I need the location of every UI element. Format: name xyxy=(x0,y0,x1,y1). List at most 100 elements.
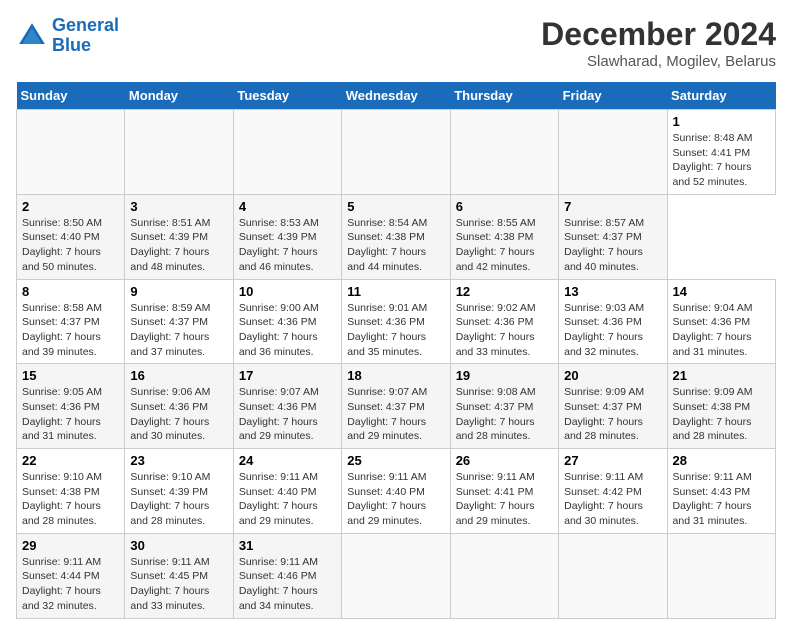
day-number: 7 xyxy=(564,199,661,214)
empty-cell xyxy=(667,533,775,618)
table-row: 2Sunrise: 8:50 AMSunset: 4:40 PMDaylight… xyxy=(17,194,125,279)
logo-icon xyxy=(16,20,48,52)
day-info: Sunrise: 9:11 AMSunset: 4:42 PMDaylight:… xyxy=(564,470,661,529)
day-info: Sunrise: 9:00 AMSunset: 4:36 PMDaylight:… xyxy=(239,301,336,360)
logo-general: General xyxy=(52,15,119,35)
day-number: 8 xyxy=(22,284,119,299)
calendar-week-row: 22 Sunrise: 9:10 AMSunset: 4:38 PMDayligh… xyxy=(17,449,776,534)
day-number: 20 xyxy=(564,368,661,383)
day-number: 26 xyxy=(456,453,553,468)
day-number: 30 xyxy=(130,538,227,553)
day-number: 22 xyxy=(22,453,119,468)
day-info: Sunrise: 9:10 AMSunset: 4:39 PMDaylight:… xyxy=(130,470,227,529)
day-number: 27 xyxy=(564,453,661,468)
table-row: 31Sunrise: 9:11 AMSunset: 4:46 PMDayligh… xyxy=(233,533,341,618)
table-row: 20 Sunrise: 9:09 AMSunset: 4:37 PMDayligh… xyxy=(559,364,667,449)
day-number: 16 xyxy=(130,368,227,383)
table-row: 21 Sunrise: 9:09 AMSunset: 4:38 PMDayligh… xyxy=(667,364,775,449)
day-info: Sunrise: 8:51 AMSunset: 4:39 PMDaylight:… xyxy=(130,216,227,275)
empty-cell xyxy=(342,533,450,618)
day-number: 10 xyxy=(239,284,336,299)
day-info: Sunrise: 8:48 AMSunset: 4:41 PMDaylight:… xyxy=(673,131,770,190)
table-row: 9Sunrise: 8:59 AMSunset: 4:37 PMDaylight… xyxy=(125,279,233,364)
table-row: 8 Sunrise: 8:58 AMSunset: 4:37 PMDaylight… xyxy=(17,279,125,364)
day-number: 11 xyxy=(347,284,444,299)
table-row: 22 Sunrise: 9:10 AMSunset: 4:38 PMDayligh… xyxy=(17,449,125,534)
day-info: Sunrise: 9:08 AMSunset: 4:37 PMDaylight:… xyxy=(456,385,553,444)
day-info: Sunrise: 9:11 AMSunset: 4:41 PMDaylight:… xyxy=(456,470,553,529)
main-title: December 2024 xyxy=(541,16,776,53)
day-number: 23 xyxy=(130,453,227,468)
table-row: 29 Sunrise: 9:11 AMSunset: 4:44 PMDayligh… xyxy=(17,533,125,618)
table-row: 7 Sunrise: 8:57 AMSunset: 4:37 PMDaylight… xyxy=(559,194,667,279)
day-number: 29 xyxy=(22,538,119,553)
day-info: Sunrise: 8:55 AMSunset: 4:38 PMDaylight:… xyxy=(456,216,553,275)
day-info: Sunrise: 8:57 AMSunset: 4:37 PMDaylight:… xyxy=(564,216,661,275)
day-info: Sunrise: 9:11 AMSunset: 4:46 PMDaylight:… xyxy=(239,555,336,614)
subtitle: Slawharad, Mogilev, Belarus xyxy=(541,53,776,70)
day-info: Sunrise: 9:10 AMSunset: 4:38 PMDaylight:… xyxy=(22,470,119,529)
title-area: December 2024 Slawharad, Mogilev, Belaru… xyxy=(541,16,776,70)
day-number: 18 xyxy=(347,368,444,383)
empty-cell xyxy=(17,110,125,195)
day-number: 21 xyxy=(673,368,770,383)
table-row: 27 Sunrise: 9:11 AMSunset: 4:42 PMDayligh… xyxy=(559,449,667,534)
day-info: Sunrise: 9:03 AMSunset: 4:36 PMDaylight:… xyxy=(564,301,661,360)
empty-cell xyxy=(125,110,233,195)
day-number: 28 xyxy=(673,453,770,468)
table-row: 12 Sunrise: 9:02 AMSunset: 4:36 PMDayligh… xyxy=(450,279,558,364)
calendar-week-row: 1 Sunrise: 8:48 AMSunset: 4:41 PMDaylight… xyxy=(17,110,776,195)
day-number: 9 xyxy=(130,284,227,299)
table-row: 24Sunrise: 9:11 AMSunset: 4:40 PMDayligh… xyxy=(233,449,341,534)
day-number: 12 xyxy=(456,284,553,299)
day-info: Sunrise: 9:09 AMSunset: 4:38 PMDaylight:… xyxy=(673,385,770,444)
day-info: Sunrise: 8:54 AMSunset: 4:38 PMDaylight:… xyxy=(347,216,444,275)
calendar-week-row: 15Sunrise: 9:05 AMSunset: 4:36 PMDayligh… xyxy=(17,364,776,449)
day-info: Sunrise: 9:11 AMSunset: 4:43 PMDaylight:… xyxy=(673,470,770,529)
calendar-week-row: 29 Sunrise: 9:11 AMSunset: 4:44 PMDayligh… xyxy=(17,533,776,618)
table-row: 4Sunrise: 8:53 AMSunset: 4:39 PMDaylight… xyxy=(233,194,341,279)
header-row: SundayMondayTuesdayWednesdayThursdayFrid… xyxy=(17,82,776,110)
col-header-tuesday: Tuesday xyxy=(233,82,341,110)
col-header-monday: Monday xyxy=(125,82,233,110)
day-number: 25 xyxy=(347,453,444,468)
calendar-week-row: 2Sunrise: 8:50 AMSunset: 4:40 PMDaylight… xyxy=(17,194,776,279)
day-number: 19 xyxy=(456,368,553,383)
day-info: Sunrise: 8:50 AMSunset: 4:40 PMDaylight:… xyxy=(22,216,119,275)
table-row: 6 Sunrise: 8:55 AMSunset: 4:38 PMDaylight… xyxy=(450,194,558,279)
day-info: Sunrise: 8:58 AMSunset: 4:37 PMDaylight:… xyxy=(22,301,119,360)
day-info: Sunrise: 9:11 AMSunset: 4:45 PMDaylight:… xyxy=(130,555,227,614)
day-info: Sunrise: 9:02 AMSunset: 4:36 PMDaylight:… xyxy=(456,301,553,360)
logo: General Blue xyxy=(16,16,119,56)
calendar-week-row: 8 Sunrise: 8:58 AMSunset: 4:37 PMDaylight… xyxy=(17,279,776,364)
col-header-thursday: Thursday xyxy=(450,82,558,110)
col-header-wednesday: Wednesday xyxy=(342,82,450,110)
calendar-header: SundayMondayTuesdayWednesdayThursdayFrid… xyxy=(17,82,776,110)
day-number: 1 xyxy=(673,114,770,129)
table-row: 19 Sunrise: 9:08 AMSunset: 4:37 PMDayligh… xyxy=(450,364,558,449)
table-row: 11 Sunrise: 9:01 AMSunset: 4:36 PMDayligh… xyxy=(342,279,450,364)
day-number: 17 xyxy=(239,368,336,383)
day-info: Sunrise: 9:04 AMSunset: 4:36 PMDaylight:… xyxy=(673,301,770,360)
day-info: Sunrise: 9:07 AMSunset: 4:36 PMDaylight:… xyxy=(239,385,336,444)
day-info: Sunrise: 8:53 AMSunset: 4:39 PMDaylight:… xyxy=(239,216,336,275)
day-number: 5 xyxy=(347,199,444,214)
day-number: 15 xyxy=(22,368,119,383)
table-row: 1 Sunrise: 8:48 AMSunset: 4:41 PMDaylight… xyxy=(667,110,775,195)
day-info: Sunrise: 9:06 AMSunset: 4:36 PMDaylight:… xyxy=(130,385,227,444)
day-info: Sunrise: 9:11 AMSunset: 4:44 PMDaylight:… xyxy=(22,555,119,614)
day-info: Sunrise: 9:09 AMSunset: 4:37 PMDaylight:… xyxy=(564,385,661,444)
day-number: 6 xyxy=(456,199,553,214)
day-info: Sunrise: 9:01 AMSunset: 4:36 PMDaylight:… xyxy=(347,301,444,360)
calendar-table: SundayMondayTuesdayWednesdayThursdayFrid… xyxy=(16,82,776,619)
table-row: 16 Sunrise: 9:06 AMSunset: 4:36 PMDayligh… xyxy=(125,364,233,449)
table-row: 13Sunrise: 9:03 AMSunset: 4:36 PMDayligh… xyxy=(559,279,667,364)
day-number: 24 xyxy=(239,453,336,468)
table-row: 25Sunrise: 9:11 AMSunset: 4:40 PMDayligh… xyxy=(342,449,450,534)
empty-cell xyxy=(559,533,667,618)
empty-cell xyxy=(342,110,450,195)
table-row: 30 Sunrise: 9:11 AMSunset: 4:45 PMDayligh… xyxy=(125,533,233,618)
table-row: 23 Sunrise: 9:10 AMSunset: 4:39 PMDayligh… xyxy=(125,449,233,534)
empty-cell xyxy=(450,110,558,195)
table-row: 17 Sunrise: 9:07 AMSunset: 4:36 PMDayligh… xyxy=(233,364,341,449)
